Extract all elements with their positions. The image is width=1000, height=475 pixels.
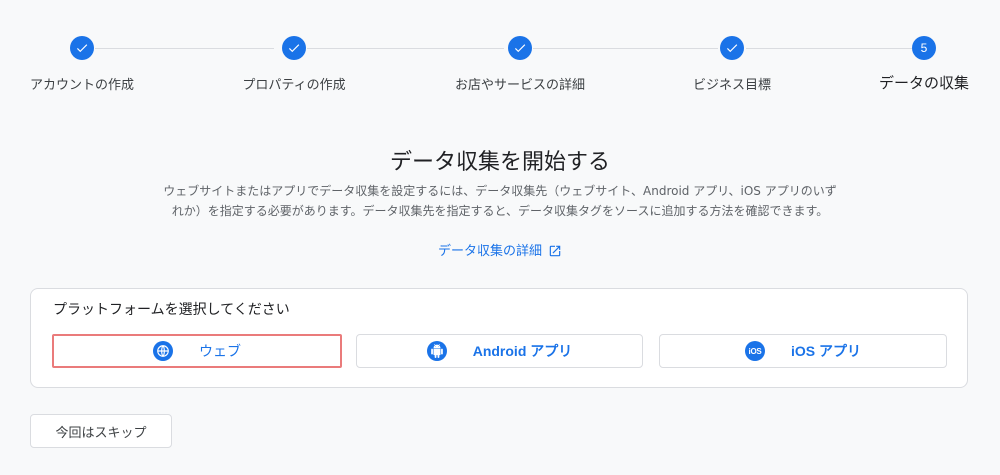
platform-web-button[interactable]: ウェブ — [52, 334, 342, 368]
platform-android-button[interactable]: Android アプリ — [356, 334, 643, 368]
description-line: れか）を指定する必要があります。データ収集先を指定すると、データ収集タグをソース… — [171, 204, 829, 218]
step-label: アカウントの作成 — [29, 78, 134, 93]
step-data-collection: 5 データの収集 — [824, 36, 1000, 93]
step-business-objectives: ビジネス目標 — [632, 36, 832, 93]
step-label: ビジネス目標 — [692, 78, 771, 93]
step-label: プロパティの作成 — [242, 78, 346, 93]
step-business-details: お店やサービスの詳細 — [420, 36, 620, 93]
check-icon — [720, 36, 744, 60]
learn-more-link[interactable]: データ収集の詳細 — [0, 240, 1000, 262]
platform-ios-button[interactable]: iOS iOS アプリ — [659, 334, 947, 368]
platform-selection-card: プラットフォームを選択してください ウェブ Android アプリ iOS iO… — [30, 288, 968, 388]
globe-icon — [153, 341, 173, 361]
learn-more-label[interactable]: データ収集の詳細 — [438, 244, 542, 259]
check-icon — [282, 36, 306, 60]
card-title: プラットフォームを選択してください — [53, 302, 290, 318]
check-icon — [70, 36, 94, 60]
step-number: 5 — [912, 36, 936, 60]
page-description: ウェブサイトまたはアプリでデータ収集を設定するには、データ収集先（ウェブサイト、… — [110, 181, 890, 221]
setup-stepper: アカウントの作成 プロパティの作成 お店やサービスの詳細 ビジネス目標 5 デー… — [0, 36, 1000, 106]
platform-label: ウェブ — [199, 343, 241, 359]
step-create-property: プロパティの作成 — [194, 36, 394, 93]
skip-button[interactable]: 今回はスキップ — [30, 414, 172, 448]
platform-label: iOS アプリ — [790, 343, 861, 359]
page-title: データ収集を開始する — [389, 150, 610, 175]
open-in-new-icon — [548, 244, 562, 262]
step-label-current: データの収集 — [878, 74, 969, 92]
check-icon — [508, 36, 532, 60]
android-icon — [426, 341, 447, 361]
ios-icon: iOS — [744, 341, 765, 361]
step-label: お店やサービスの詳細 — [454, 78, 585, 93]
description-line: ウェブサイトまたはアプリでデータ収集を設定するには、データ収集先（ウェブサイト、… — [163, 184, 837, 198]
step-create-account: アカウントの作成 — [0, 36, 182, 93]
platform-label: Android アプリ — [472, 343, 573, 359]
